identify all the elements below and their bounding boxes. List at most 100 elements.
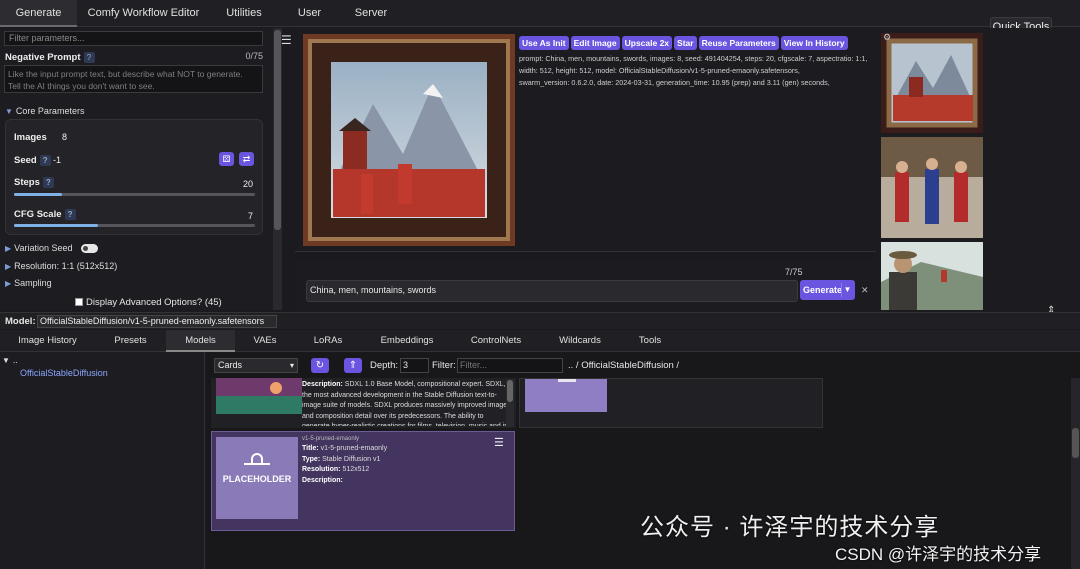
core-parameters-group: Images 8 Seed? -1 ⚄ ⇄ Steps? 20 CFG Scal… [5,119,263,235]
tab-generate[interactable]: Generate [0,0,77,27]
depth-input[interactable]: 3 [400,358,429,373]
thumbnail-1[interactable] [881,33,983,133]
help-icon[interactable]: ? [42,177,54,188]
images-value[interactable]: 8 [62,132,67,142]
tab-models[interactable]: Models [166,330,235,352]
model-thumbnail [216,378,302,414]
close-icon[interactable]: ✕ [861,285,869,296]
prompt-token-count: 7/75 [785,267,803,277]
gear-icon[interactable]: ⚙ [883,32,891,43]
cfg-scale-label: CFG Scale? [14,209,76,220]
tab-user[interactable]: User [278,0,341,27]
tab-vaes[interactable]: VAEs [235,330,295,352]
chevron-right-icon: ▶ [5,279,12,288]
top-nav: Generate Comfy Workflow Editor Utilities… [0,0,1080,27]
model-bar: Model: OfficialStableDiffusion/v1-5-prun… [0,312,1080,329]
generate-button[interactable]: Generate ▼ [800,280,855,300]
depth-label: Depth: [370,360,398,371]
bottom-tabs: Image History Presets Models VAEs LoRAs … [0,330,1080,352]
steps-value[interactable]: 20 [243,179,253,189]
tab-controlnets[interactable]: ControlNets [453,330,539,352]
watermark-wechat: 公众号 · 许泽宇的技术分享 [640,514,940,541]
placeholder-icon [251,453,263,463]
cfg-scale-slider-fill [14,224,99,227]
parameters-scrollbar[interactable] [273,28,282,310]
filter-parameters-input[interactable]: Filter parameters... [4,31,263,46]
help-icon[interactable]: ? [83,51,95,63]
placeholder-text: PLACEHOLDER [222,474,292,484]
model-card-sdxl[interactable]: Description: SDXL 1.0 Base Model, compos… [211,378,516,428]
placeholder-thumbnail: PLACEHOLDER [216,437,298,519]
browser-scrollbar[interactable] [1071,378,1080,569]
watermark-csdn: CSDN @许泽宇的技术分享 [835,545,1042,564]
chevron-down-icon: ▼ [5,107,13,116]
folder-tree: ▼.. OfficialStableDiffusion [0,352,205,569]
card-description: Description: SDXL 1.0 Base Model, compos… [302,381,508,426]
help-icon[interactable]: ? [64,209,76,220]
sampling-row[interactable]: ▶ Sampling [5,278,52,288]
tab-comfy-workflow-editor[interactable]: Comfy Workflow Editor [77,0,210,27]
view-mode-select[interactable]: Cards [214,358,298,373]
steps-label: Steps? [14,177,54,188]
breadcrumb[interactable]: .. / OfficialStableDiffusion / [568,360,679,371]
card-name: v1-5-pruned-emaonly [302,436,360,442]
variation-seed-row[interactable]: ▶ Variation Seed [5,243,98,254]
display-advanced-options[interactable]: Display Advanced Options? (45) [75,297,222,308]
cfg-scale-slider[interactable] [14,224,255,227]
collapse-panel-icon[interactable]: ☰ [281,33,292,47]
resolution-row[interactable]: ▶ Resolution: 1:1 (512x512) [5,261,117,271]
card-details: Title: v1-5-pruned-emaonly Type: Stable … [302,445,388,484]
tab-wildcards[interactable]: Wildcards [539,330,621,352]
upload-icon[interactable]: ⇑ [344,358,362,373]
chevron-right-icon: ▶ [5,244,12,253]
cfg-scale-value[interactable]: 7 [248,211,253,221]
thumbnail-3[interactable] [881,242,983,310]
tab-server[interactable]: Server [341,0,401,27]
thumbnail-2[interactable] [881,137,983,238]
images-label: Images [14,132,47,143]
refresh-icon[interactable]: ↻ [311,358,329,373]
steps-slider[interactable] [14,193,255,196]
tree-node-officialstablediffusion[interactable]: OfficialStableDiffusion [20,368,108,378]
core-parameters-header[interactable]: ▼ Core Parameters [5,106,84,116]
negative-prompt-label: Negative Prompt [5,52,81,63]
model-card-v1-5[interactable]: PLACEHOLDER v1-5-pruned-emaonly Title: v… [211,431,515,531]
negative-prompt-input[interactable]: Like the input prompt text, but describe… [4,65,263,93]
tab-presets[interactable]: Presets [95,330,166,352]
use-as-init-button[interactable]: Use As Init [519,36,569,50]
variation-seed-toggle[interactable] [80,244,98,254]
model-select[interactable]: OfficialStableDiffusion/v1-5-pruned-emao… [37,315,277,328]
image-metadata: prompt: China, men, mountains, swords, i… [519,54,868,87]
tab-tools[interactable]: Tools [621,330,679,352]
filter-input[interactable]: Filter... [457,358,563,373]
menu-icon[interactable]: ☰ [494,436,504,449]
prompt-input[interactable]: China, men, mountains, swords [306,280,798,302]
seed-value[interactable]: -1 [53,155,61,165]
view-in-history-button[interactable]: View In History [780,36,848,50]
model-label: Model: [5,316,36,327]
card-scrollbar[interactable] [506,379,514,427]
tab-image-history[interactable]: Image History [0,330,95,352]
tree-root[interactable]: ▼.. [2,355,18,365]
chevron-right-icon: ▶ [5,262,12,271]
model-card-placeholder[interactable] [519,378,823,428]
filter-label: Filter: [432,360,456,371]
parameters-panel: Filter parameters... Negative Prompt? 0/… [0,28,273,310]
dice-icon[interactable]: ⚄ [219,152,234,166]
star-button[interactable]: Star [674,36,697,50]
negative-prompt-count: 0/75 [245,51,263,61]
upscale-2x-button[interactable]: Upscale 2x [621,36,673,50]
chevron-down-icon: ▼ [2,356,10,365]
image-actions: Use As Init Edit Image Upscale 2x Star R… [519,36,848,50]
reuse-seed-icon[interactable]: ⇄ [239,152,254,166]
tab-utilities[interactable]: Utilities [210,0,278,27]
negative-prompt-header: Negative Prompt? 0/75 [5,51,263,63]
advanced-options-checkbox[interactable] [75,298,83,307]
edit-image-button[interactable]: Edit Image [570,36,620,50]
generated-image[interactable] [303,34,515,246]
tab-embeddings[interactable]: Embeddings [361,330,453,352]
reuse-parameters-button[interactable]: Reuse Parameters [698,36,779,50]
tab-loras[interactable]: LoRAs [295,330,361,352]
chevron-down-icon[interactable]: ▼ [841,283,853,297]
help-icon[interactable]: ? [39,155,51,166]
